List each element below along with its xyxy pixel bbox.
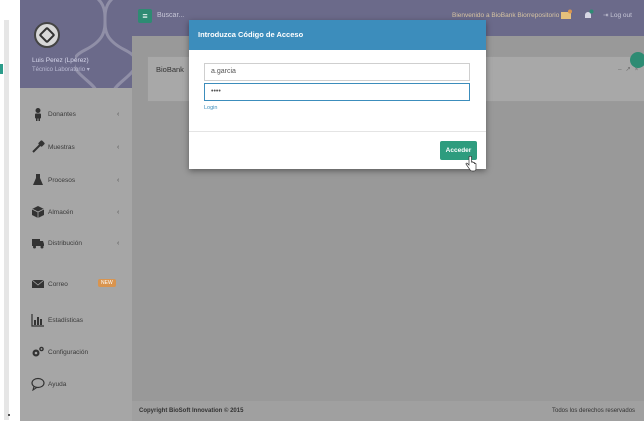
header-welcome[interactable]: Bienvenido a BioBank Biorrepositorio [452, 12, 559, 19]
dna-background-icon [75, 0, 132, 88]
dialog-body: a.garcia •••• Login [189, 50, 486, 132]
chevron-left-icon: ‹ [117, 110, 120, 118]
messages-icon[interactable] [560, 9, 572, 21]
notifications-icon[interactable] [582, 9, 594, 21]
sidebar-item-label: Ayuda [48, 380, 67, 388]
chevron-left-icon: ‹ [117, 208, 120, 216]
user-panel: Luis Perez (Lperez) Técnico Laboratorio … [20, 0, 132, 88]
access-code-dialog: Introduzca Código de Acceso a.garcia •••… [189, 20, 486, 172]
login-link[interactable]: Login [204, 105, 217, 111]
envelope-icon [31, 279, 45, 288]
sidebar-item-estadisticas[interactable]: Estadísticas [20, 309, 132, 331]
sidebar-item-almacen[interactable]: Almacén ‹ [20, 201, 132, 223]
floating-action-button[interactable] [630, 52, 644, 68]
truck-icon [32, 239, 44, 249]
sidebar-item-label: Correo [48, 280, 68, 288]
speech-bubble-icon [31, 377, 45, 391]
sidebar-item-ayuda[interactable]: Ayuda [20, 373, 132, 395]
sidebar-item-label: Donantes [48, 110, 76, 118]
sidebar-item-configuracion[interactable]: Configuración [20, 341, 132, 363]
chevron-left-icon: ‹ [117, 239, 120, 247]
logout-label: Log out [610, 12, 632, 19]
sidebar-item-distribucion[interactable]: Distribución ‹ [20, 232, 132, 254]
window-marker [0, 64, 3, 74]
dialog-header: Introduzca Código de Acceso [189, 20, 486, 50]
sidebar-item-procesos[interactable]: Procesos ‹ [20, 169, 132, 191]
dialog-divider [189, 131, 486, 132]
sidebar-item-label: Almacén [48, 208, 74, 216]
sidebar-item-correo[interactable]: Correo NEW [20, 273, 132, 295]
sidebar-item-donantes[interactable]: Donantes ‹ [20, 103, 132, 125]
user-role-dropdown[interactable]: Técnico Laboratorio ▾ [32, 66, 90, 73]
flask-icon [33, 174, 43, 185]
search-input[interactable]: Buscar... [157, 12, 184, 19]
sidebar-item-label: Muestras [48, 143, 75, 151]
bar-chart-icon [31, 314, 44, 327]
window-border [4, 20, 9, 420]
gears-icon [32, 346, 44, 357]
panel-title: BioBank [156, 65, 184, 74]
sidebar-item-label: Estadísticas [48, 316, 84, 324]
hamburger-menu-icon[interactable]: ≡ [138, 9, 152, 23]
hand-cursor-icon [465, 156, 477, 172]
sidebar-item-label: Procesos [48, 176, 76, 184]
logout-link[interactable]: ⇥ Log out [603, 11, 632, 19]
pipette-icon [32, 140, 45, 153]
copyright-text: Copyright BioSoft Innovation © 2015 [139, 408, 244, 414]
rights-text: Todos los derechos reservados [552, 408, 636, 414]
chevron-left-icon: ‹ [117, 176, 120, 184]
box-icon [31, 206, 45, 218]
username-field[interactable]: a.garcia [204, 63, 470, 81]
sidebar-item-label: Distribución [48, 239, 82, 247]
sidebar-item-label: Configuración [48, 348, 89, 356]
screen: Luis Perez (Lperez) Técnico Laboratorio … [0, 0, 644, 421]
chevron-left-icon: ‹ [117, 143, 120, 151]
sidebar: Luis Perez (Lperez) Técnico Laboratorio … [20, 0, 132, 421]
app-logo [34, 22, 60, 48]
window-dot [8, 414, 10, 416]
new-badge: NEW [98, 279, 116, 287]
person-icon [35, 108, 41, 121]
user-name: Luis Perez (Lperez) [32, 57, 89, 64]
window-edge [0, 0, 20, 421]
footer: Copyright BioSoft Innovation © 2015 Todo… [132, 401, 644, 421]
dialog-title: Introduzca Código de Acceso [198, 30, 304, 39]
sidebar-item-muestras[interactable]: Muestras ‹ [20, 136, 132, 158]
password-field[interactable]: •••• [204, 83, 470, 101]
